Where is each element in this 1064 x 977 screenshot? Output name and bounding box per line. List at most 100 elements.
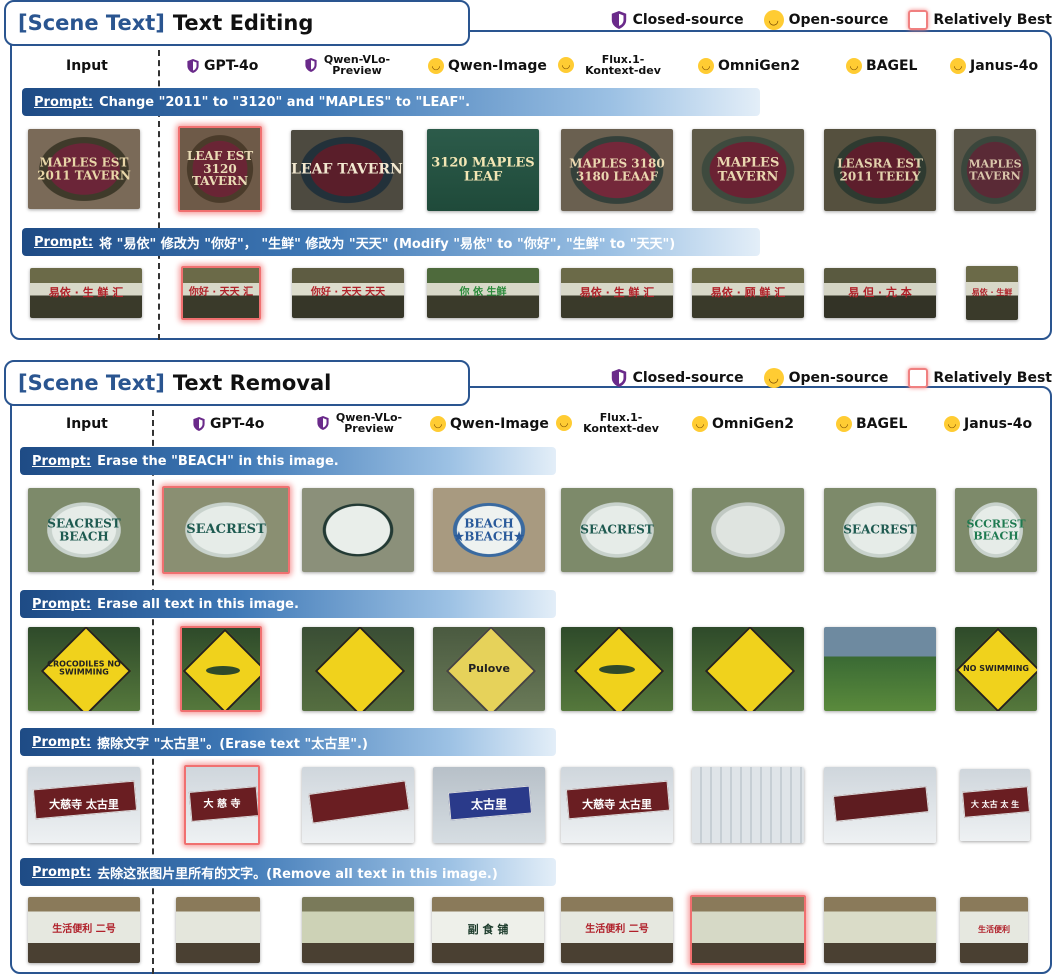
result-image: [824, 627, 936, 711]
col-bagel: ◡ BAGEL: [846, 58, 917, 74]
section-tag: [Scene Text]: [18, 11, 165, 35]
closed-source-icon: [611, 369, 626, 387]
col-flux: ◡ Flux.1-Kontext-dev: [556, 412, 666, 434]
result-image: 生活便利: [960, 897, 1028, 963]
open-source-icon: ◡: [556, 415, 572, 431]
legend-closed-label: Closed-source: [632, 370, 744, 386]
legend-closed: Closed-source: [610, 368, 744, 388]
closed-source-icon: [317, 416, 329, 430]
open-source-icon: ◡: [692, 416, 708, 432]
result-image: SEACREST BEACH: [28, 488, 140, 572]
legend-closed: Closed-source: [610, 10, 744, 30]
prompt-bar: Prompt: 去除这张图片里所有的文字。(Remove all text in …: [20, 858, 556, 886]
col-bagel-label: BAGEL: [856, 416, 908, 432]
result-image: 你好 · 天天 天天: [292, 268, 404, 318]
open-source-icon: ◡: [763, 10, 784, 30]
section-title: Text Removal: [172, 371, 332, 395]
open-source-icon: ◡: [558, 57, 574, 73]
col-omnigen2: ◡ OmniGen2: [698, 58, 800, 74]
col-qwenimage-label: Qwen-Image: [448, 58, 547, 74]
col-qwenimage: ◡ Qwen-Image: [430, 416, 549, 432]
col-qwenimage-label: Qwen-Image: [450, 416, 549, 432]
result-image: MAPLES 3180 3180 LEAAF: [561, 129, 673, 211]
legend-closed-label: Closed-source: [632, 12, 744, 28]
open-source-icon: ◡: [763, 368, 784, 388]
result-image: [302, 488, 414, 572]
result-image: Pulove: [433, 627, 545, 711]
result-image: [302, 897, 414, 963]
col-qwenvlo-label: Qwen-VLo-Preview: [323, 53, 391, 77]
result-image: 大慈寺 太古里: [561, 767, 673, 843]
prompt-key: Prompt:: [32, 453, 92, 469]
result-image: [692, 627, 804, 711]
closed-source-icon: [305, 58, 317, 72]
legend-best: Relatively Best: [908, 368, 1052, 388]
result-image-best: [180, 626, 262, 712]
open-source-icon: ◡: [698, 58, 714, 74]
result-image: 生活便利 二号: [561, 897, 673, 963]
result-image: 大 太古 太 生: [960, 769, 1030, 841]
legend-best: Relatively Best: [908, 10, 1052, 30]
prompt-text: Erase the "BEACH" in this image.: [97, 453, 339, 469]
result-image: 易 但 · 亢 本: [824, 268, 936, 318]
col-gpt4o: GPT-4o: [186, 58, 258, 74]
result-image: CROCODILES NO SWIMMING: [28, 627, 140, 711]
prompt-text: 擦除文字 "太古里"。(Erase text "太古里".): [97, 736, 368, 752]
col-input-label: Input: [66, 416, 108, 432]
result-image: 太古里: [433, 767, 545, 843]
prompt-key: Prompt:: [34, 94, 94, 110]
result-image: 3120 MAPLES LEAF: [427, 129, 539, 211]
legend-open: ◡ Open-source: [763, 368, 888, 388]
closed-source-icon: [193, 417, 205, 431]
legend-best-label: Relatively Best: [933, 12, 1052, 28]
col-janus-label: Janus-4o: [970, 58, 1039, 74]
result-image: [824, 767, 936, 843]
legend: Closed-source ◡ Open-source Relatively B…: [596, 368, 1052, 388]
legend: Closed-source ◡ Open-source Relatively B…: [596, 10, 1052, 30]
result-image: 易依 · 生 鲜 汇: [561, 268, 673, 318]
removal-section-title: [Scene Text] Text Removal: [4, 360, 470, 406]
prompt-text: Erase all text in this image.: [97, 596, 299, 612]
col-janus: ◡ Janus-4o: [950, 58, 1038, 74]
section-title: Text Editing: [172, 11, 314, 35]
col-omnigen2: ◡ OmniGen2: [692, 416, 794, 432]
result-image: LEAF TAVERN: [291, 130, 403, 210]
prompt-key: Prompt:: [32, 864, 92, 880]
editing-section-title: [Scene Text] Text Editing: [4, 0, 470, 46]
closed-source-icon: [611, 11, 626, 29]
prompt-bar: Prompt: 将 "易依" 修改为 "你好"， "生鲜" 修改为 "天天" (M…: [22, 228, 760, 256]
result-image: BEACH ★BEACH★: [433, 488, 545, 572]
col-input: Input: [66, 58, 108, 74]
prompt-text: 将 "易依" 修改为 "你好"， "生鲜" 修改为 "天天" (Modify "…: [99, 236, 676, 252]
prompt-bar: Prompt: Change "2011" to "3120" and "MAPL…: [22, 88, 760, 116]
result-image: [824, 897, 936, 963]
col-qwenimage: ◡ Qwen-Image: [428, 58, 547, 74]
result-image: [692, 767, 804, 843]
result-image: [561, 627, 673, 711]
result-image: [302, 627, 414, 711]
col-gpt4o-label: GPT-4o: [204, 58, 259, 74]
result-image-best: [690, 895, 806, 965]
col-input-label: Input: [66, 58, 108, 74]
open-source-icon: ◡: [428, 58, 444, 74]
col-flux: ◡ Flux.1-Kontext-dev: [558, 54, 668, 76]
result-image: [302, 767, 414, 843]
result-image: 易依 · 生 鲜 汇: [30, 268, 142, 318]
result-image: NO SWIMMING: [955, 627, 1037, 711]
result-image-best: SEACREST: [162, 486, 290, 574]
result-image: MAPLES TAVERN: [954, 129, 1036, 211]
best-box-icon: [908, 368, 929, 388]
col-bagel-label: BAGEL: [866, 58, 918, 74]
col-gpt4o: GPT-4o: [192, 416, 264, 432]
result-image: 副 食 铺: [432, 897, 544, 963]
prompt-text: 去除这张图片里所有的文字。(Remove all text in this im…: [97, 866, 498, 882]
result-image-best: 你好 · 天天 汇: [181, 266, 261, 320]
col-qwenvlo-label: Qwen-VLo-Preview: [335, 411, 403, 435]
result-image: LEASRA EST 2011 TEELY: [824, 129, 936, 211]
result-image: 易依 · 生鲜: [966, 266, 1018, 320]
result-image: 你 依 生鲜: [427, 268, 539, 318]
col-qwenvlo: Qwen-VLo-Preview: [316, 412, 404, 434]
closed-source-icon: [187, 59, 199, 73]
open-source-icon: ◡: [950, 58, 966, 74]
legend-best-label: Relatively Best: [933, 370, 1052, 386]
